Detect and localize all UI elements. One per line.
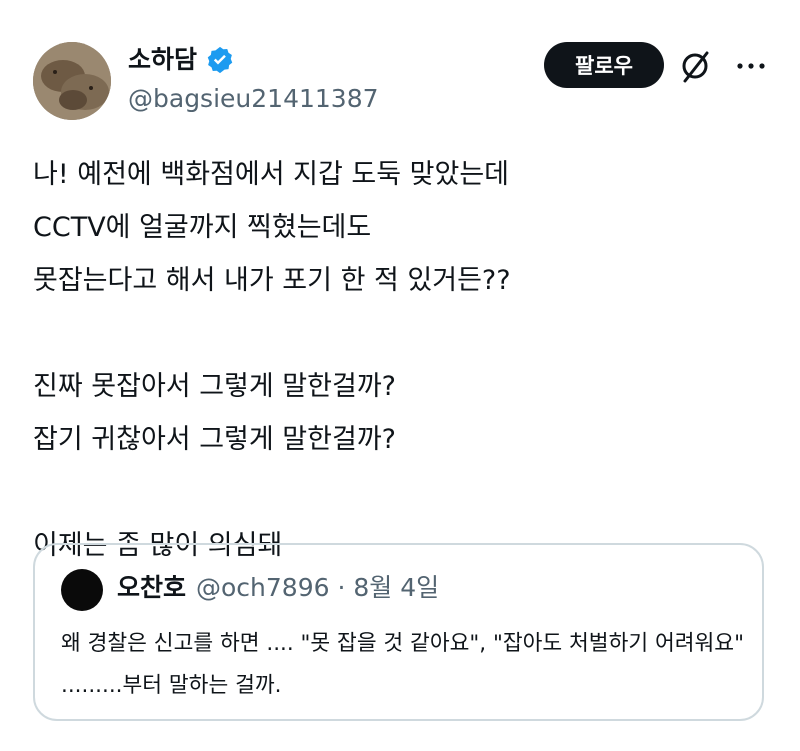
quoted-author-avatar (61, 569, 103, 611)
author-name-row: 소하담 (128, 44, 235, 76)
quoted-tweet-header: 오찬호 @och7896 · 8월 4일 (117, 571, 439, 605)
quoted-author-name: 오찬호 (117, 573, 187, 602)
tweet-text: 나! 예전에 백화점에서 지갑 도둑 맞았는데 CCTV에 얼굴까지 찍혔는데도… (33, 159, 511, 561)
author-display-name[interactable]: 소하담 (128, 44, 197, 76)
more-dots-icon[interactable] (735, 58, 767, 74)
quoted-tweet-text: 왜 경찰은 신고를 하면 .... "못 잡을 것 같아요", "잡아도 처벌하… (61, 631, 744, 698)
author-handle[interactable]: @bagsieu21411387 (128, 83, 379, 115)
quoted-tweet-card[interactable]: 오찬호 @och7896 · 8월 4일 왜 경찰은 신고를 하면 .... "… (33, 543, 764, 721)
capybara-avatar-image (33, 42, 111, 120)
quoted-author-meta: @och7896 · 8월 4일 (196, 573, 440, 602)
grok-slash-icon[interactable] (677, 48, 713, 84)
author-avatar[interactable] (33, 42, 111, 120)
verified-badge-icon (207, 46, 233, 74)
follow-button[interactable]: 팔로우 (544, 42, 664, 88)
